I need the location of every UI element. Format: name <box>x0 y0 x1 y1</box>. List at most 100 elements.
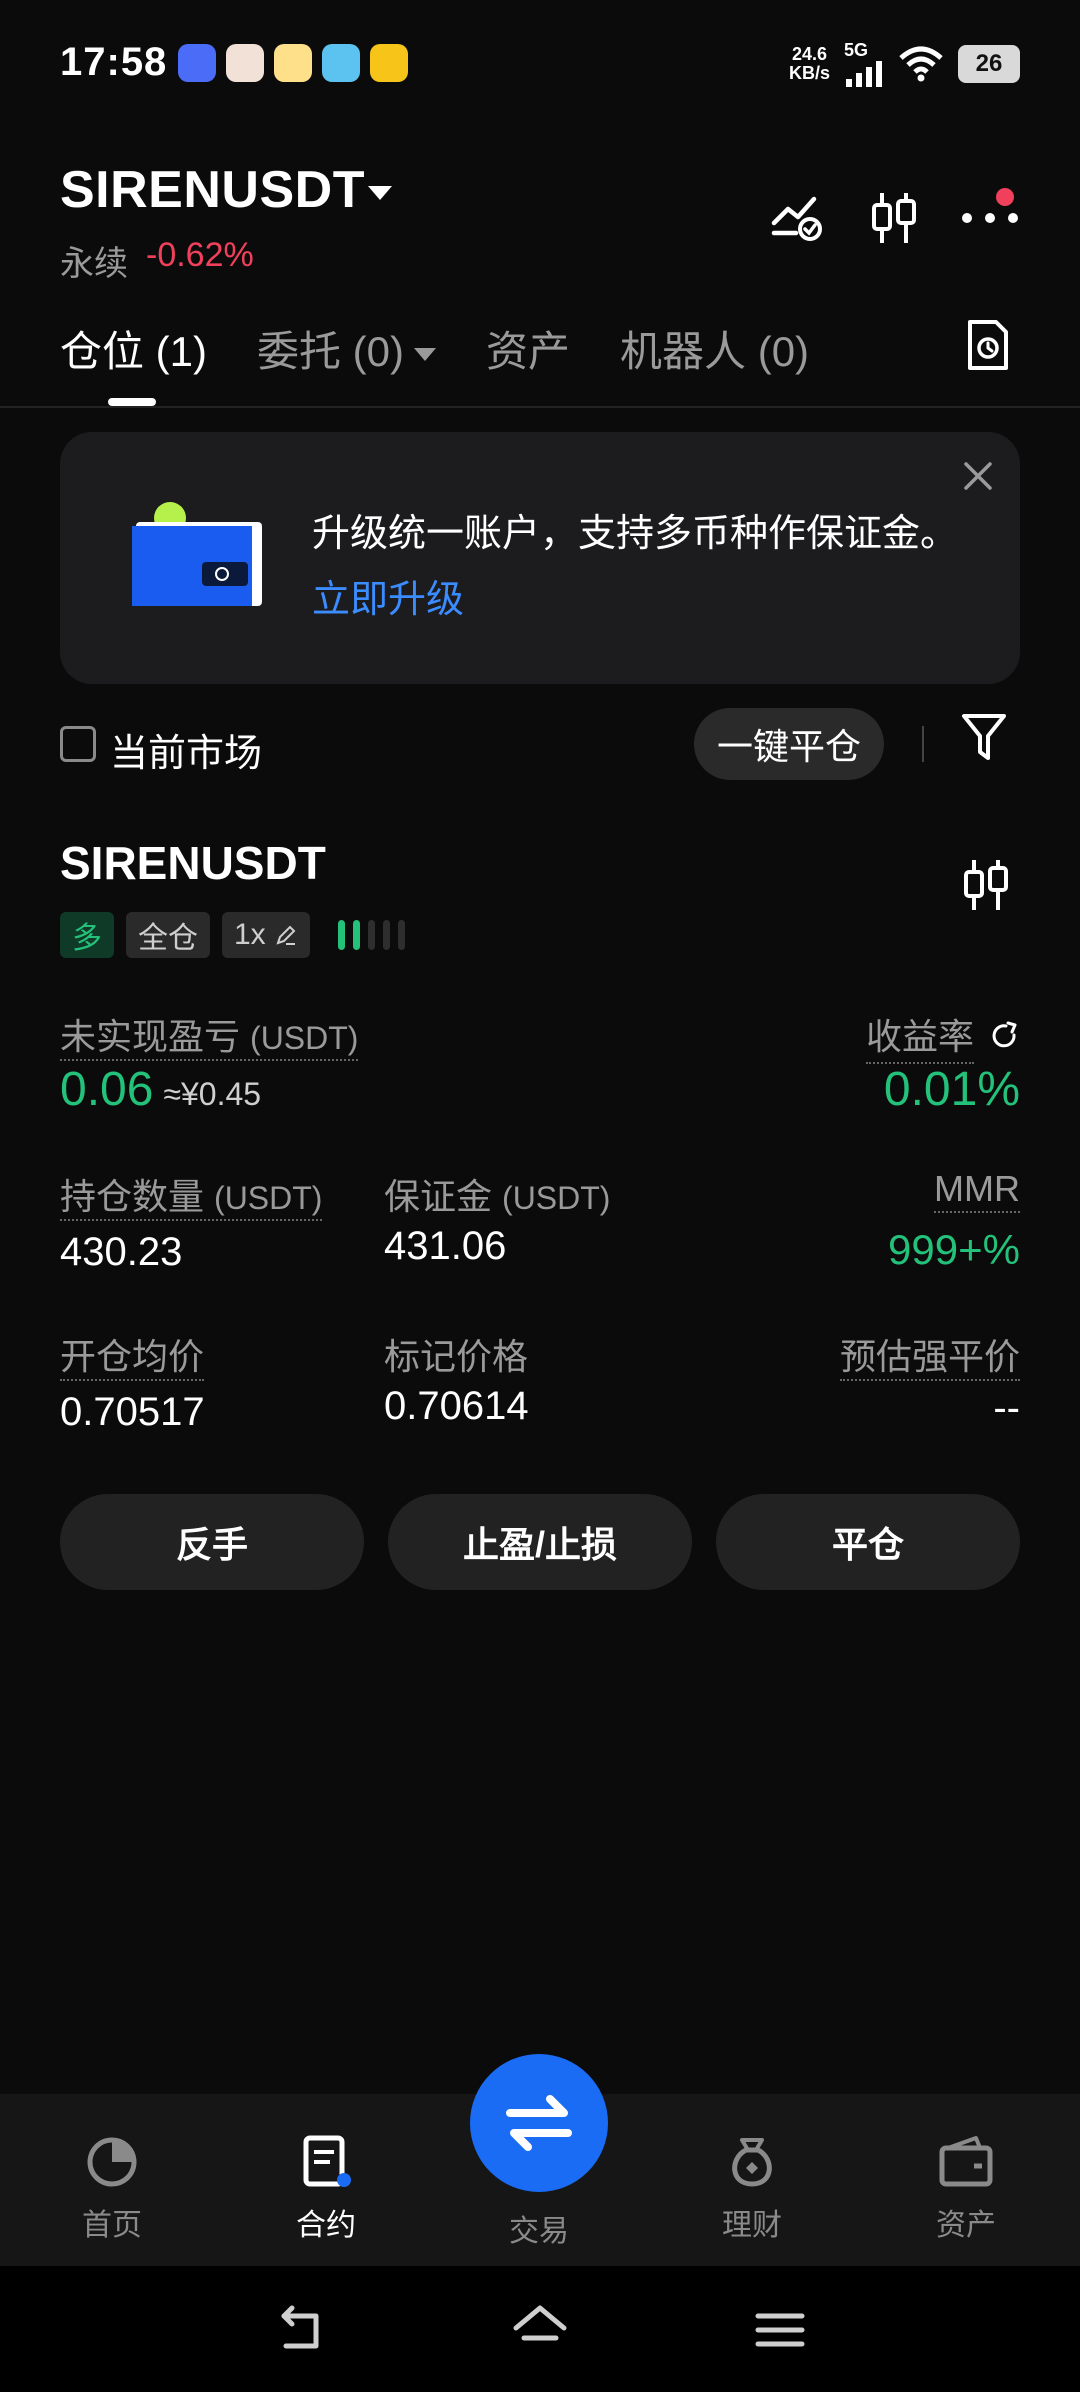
unrealized-pnl-label[interactable]: 未实现盈亏 (USDT) <box>60 1008 359 1061</box>
back-icon[interactable] <box>272 2302 328 2358</box>
entry-price-value: 0.70517 <box>60 1390 205 1434</box>
upgrade-now-link[interactable]: 立即升级 <box>312 568 464 623</box>
close-icon[interactable] <box>960 458 996 494</box>
tab-bots[interactable]: 机器人 (0) <box>620 318 809 379</box>
battery-icon: 26 <box>958 44 1020 83</box>
contract-icon <box>303 2135 351 2187</box>
net-speed-unit: KB/s <box>788 62 830 83</box>
tab-divider <box>0 406 1080 408</box>
net-speed: 24.6 KB/s <box>788 44 830 83</box>
nav-finance[interactable]: 理财 <box>682 2134 822 2244</box>
liq-price-value: -- <box>993 1386 1020 1430</box>
close-position-button[interactable]: 平仓 <box>716 1494 1020 1590</box>
trade-button[interactable] <box>470 2054 608 2192</box>
wallet-icon <box>939 2136 993 2187</box>
swap-icon <box>506 2095 572 2151</box>
tab-orders[interactable]: 委托 (0) <box>257 318 437 379</box>
active-tab-indicator <box>108 398 156 406</box>
adl-bar <box>383 920 390 950</box>
candlestick-icon[interactable] <box>960 858 1020 918</box>
symbol-title[interactable]: SIRENUSDT <box>60 160 365 220</box>
unrealized-pnl-cny: ≈¥0.45 <box>163 1076 262 1112</box>
liq-price-label[interactable]: 预估强平价 <box>839 1328 1020 1381</box>
unrealized-pnl-text: 未实现盈亏 <box>60 1016 241 1057</box>
roi-value: 0.01% <box>883 1063 1020 1116</box>
price-change: -0.62% <box>146 236 254 274</box>
status-time: 17:58 <box>60 40 168 84</box>
size-unit: (USDT) <box>214 1180 323 1216</box>
history-icon[interactable] <box>966 318 1018 374</box>
wallet-illustration-icon <box>130 500 270 610</box>
nav-finance-label: 理财 <box>722 2209 782 2242</box>
nav-trade-label[interactable]: 交易 <box>470 2206 608 2250</box>
edit-icon <box>276 925 296 945</box>
score-app-icon <box>274 44 312 82</box>
tencent-app-icon <box>370 44 408 82</box>
share-icon[interactable] <box>990 1021 1020 1051</box>
mmr-label-text: MMR <box>934 1168 1020 1213</box>
nav-home-label: 首页 <box>82 2209 142 2242</box>
adl-bar <box>368 920 375 950</box>
mmr-label[interactable]: MMR <box>934 1168 1020 1213</box>
size-label-text: 持仓数量 <box>60 1176 205 1217</box>
wifi-icon <box>899 46 943 81</box>
filter-icon[interactable] <box>960 712 1016 768</box>
size-value: 430.23 <box>60 1230 183 1274</box>
adl-bar <box>353 920 360 950</box>
notification-dot <box>996 188 1014 206</box>
mmr-value: 999+% <box>888 1226 1020 1273</box>
leverage-tag[interactable]: 1x <box>222 912 310 958</box>
long-tag: 多 <box>60 912 114 958</box>
position-symbol[interactable]: SIRENUSDT <box>60 836 326 890</box>
margin-value: 431.06 <box>384 1224 507 1268</box>
roi-label[interactable]: 收益率 <box>865 1008 1020 1064</box>
network-type: 5G <box>844 40 869 60</box>
symbol-dropdown-icon[interactable] <box>368 186 392 200</box>
mark-price-label: 标记价格 <box>384 1336 529 1377</box>
entry-price-label[interactable]: 开仓均价 <box>60 1328 205 1381</box>
wallet-app-icon <box>322 44 360 82</box>
unrealized-pnl-value: 0.06 <box>60 1063 154 1116</box>
avatar-app-icon <box>226 44 264 82</box>
cross-margin-tag[interactable]: 全仓 <box>126 912 210 958</box>
reverse-button[interactable]: 反手 <box>60 1494 364 1590</box>
chevron-down-icon <box>414 348 437 362</box>
banner-text: 升级统一账户，支持多币种作保证金。 <box>312 513 959 555</box>
leverage-value: 1x <box>234 918 266 951</box>
nav-assets-label: 资产 <box>936 2209 996 2242</box>
home-nav-icon[interactable] <box>512 2302 568 2358</box>
money-bag-icon <box>732 2138 772 2187</box>
divider <box>922 726 924 762</box>
margin-unit: (USDT) <box>502 1180 611 1216</box>
tab-orders-label: 委托 (0) <box>257 328 405 375</box>
nav-home[interactable]: 首页 <box>42 2134 182 2244</box>
current-market-checkbox[interactable] <box>60 726 96 762</box>
margin-label-text: 保证金 <box>384 1176 493 1217</box>
close-all-button[interactable]: 一键平仓 <box>694 708 884 780</box>
adl-bar <box>338 920 345 950</box>
recent-apps-icon[interactable] <box>752 2302 808 2358</box>
status-right: 24.6 KB/s 5G 26 <box>789 40 1020 87</box>
size-label[interactable]: 持仓数量 (USDT) <box>60 1168 323 1221</box>
nav-assets[interactable]: 资产 <box>896 2134 1036 2244</box>
home-icon <box>87 2137 137 2187</box>
liq-price-label-text: 预估强平价 <box>839 1336 1020 1381</box>
tab-assets[interactable]: 资产 <box>486 318 570 379</box>
signal-icon: 5G <box>844 40 884 87</box>
tab-positions[interactable]: 仓位 (1) <box>60 318 207 379</box>
status-app-icons <box>178 44 408 82</box>
current-market-label[interactable]: 当前市场 <box>110 722 262 777</box>
roi-label-text: 收益率 <box>865 1008 974 1064</box>
mark-price-value: 0.70614 <box>384 1384 529 1428</box>
unrealized-pnl-unit: (USDT) <box>250 1020 359 1056</box>
bluetooth-app-icon <box>178 44 216 82</box>
tpsl-button[interactable]: 止盈/止损 <box>388 1494 692 1590</box>
nav-contract[interactable]: 合约 <box>256 2134 396 2244</box>
unrealized-pnl: 0.06 ≈¥0.45 <box>60 1062 261 1117</box>
nav-contract-label: 合约 <box>296 2209 356 2242</box>
candlestick-icon[interactable] <box>864 188 924 248</box>
strategy-icon[interactable] <box>768 188 828 248</box>
contract-type-label: 永续 <box>60 245 128 283</box>
adl-indicator <box>338 920 405 950</box>
adl-bar <box>398 920 405 950</box>
